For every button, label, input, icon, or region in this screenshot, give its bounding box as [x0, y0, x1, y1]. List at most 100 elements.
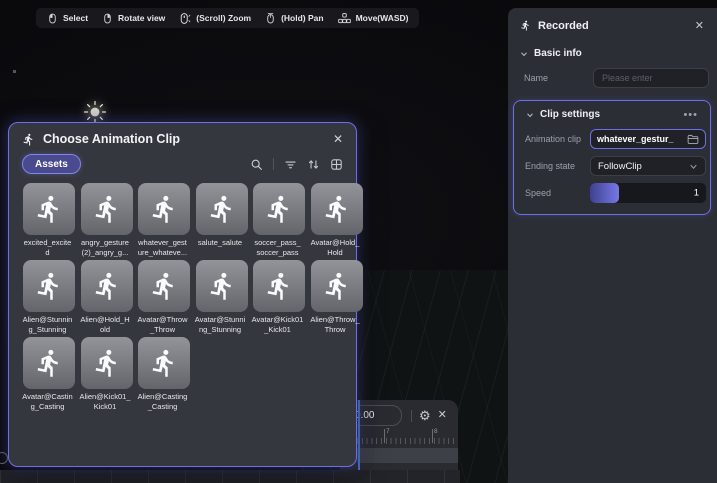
- clip-item[interactable]: Avatar@Castin g_Casting: [23, 337, 75, 411]
- clip-label-line1: excited_excite: [19, 238, 77, 248]
- tool-hold-pan[interactable]: (Hold) Pan: [265, 12, 324, 25]
- clip-label-line1: Alien@Stunnin: [19, 315, 77, 325]
- clip-item[interactable]: Alien@Stunnin g_Stunning: [23, 260, 75, 334]
- speed-label: Speed: [525, 188, 590, 198]
- clip-label: Alien@Casting _Casting: [134, 392, 192, 411]
- tool-move-wasd[interactable]: Move(WASD): [338, 12, 409, 25]
- modal-title: Choose Animation Clip: [43, 132, 180, 146]
- clip-label-line2: _Throw: [134, 325, 192, 335]
- folder-icon[interactable]: [687, 134, 699, 145]
- grid-view-icon[interactable]: [330, 158, 343, 171]
- ending-state-select[interactable]: FollowClip: [590, 156, 706, 176]
- chevron-down-icon: [520, 50, 528, 58]
- clip-thumbnail[interactable]: [138, 337, 190, 389]
- basic-info-section-header[interactable]: Basic info: [508, 38, 717, 61]
- timeline-track[interactable]: [357, 448, 458, 463]
- clip-thumbnail[interactable]: [253, 260, 305, 312]
- running-person-icon: [207, 271, 237, 301]
- clip-item[interactable]: Alien@Throw_ Throw: [311, 260, 363, 334]
- tool-rotate-view[interactable]: Rotate view: [102, 12, 165, 25]
- clip-thumbnail[interactable]: [81, 337, 133, 389]
- speed-row: Speed 1: [514, 176, 710, 203]
- tool-scroll-zoom[interactable]: (Scroll) Zoom: [179, 12, 251, 25]
- name-field-row: Name: [508, 61, 717, 88]
- clip-item[interactable]: excited_excite d: [23, 183, 75, 257]
- running-person-icon: [149, 271, 179, 301]
- clip-item[interactable]: Alien@Kick01_ Kick01: [81, 337, 133, 411]
- running-person-icon: [149, 348, 179, 378]
- modal-close-icon[interactable]: ✕: [333, 132, 343, 146]
- clip-item[interactable]: Alien@Hold_H old: [81, 260, 133, 334]
- clip-thumbnail[interactable]: [196, 183, 248, 235]
- clip-item[interactable]: Avatar@Throw _Throw: [138, 260, 190, 334]
- ruler-number: 8: [434, 428, 438, 435]
- clip-label: excited_excite d: [19, 238, 77, 257]
- filter-icon[interactable]: [284, 158, 297, 171]
- name-input[interactable]: [593, 68, 709, 88]
- clip-thumbnail[interactable]: [81, 183, 133, 235]
- gear-icon[interactable]: ⚙: [419, 409, 431, 422]
- name-label: Name: [524, 73, 593, 83]
- clip-thumbnail[interactable]: [23, 260, 75, 312]
- clip-label-line2: old: [76, 325, 134, 335]
- clip-label: Alien@Throw_ Throw: [306, 315, 364, 334]
- running-person-icon: [264, 271, 294, 301]
- clip-thumbnail[interactable]: [138, 183, 190, 235]
- clip-label-line1: Avatar@Castin: [19, 392, 77, 402]
- point-light-gizmo[interactable]: [83, 100, 107, 124]
- basic-info-title: Basic info: [534, 48, 582, 59]
- clip-grid: excited_excite d angry_gesture (2)_angry…: [9, 181, 356, 411]
- animation-clip-input[interactable]: [590, 129, 706, 149]
- clip-item[interactable]: salute_salute: [196, 183, 248, 257]
- clip-settings-section-header[interactable]: Clip settings •••: [514, 101, 710, 122]
- running-person-icon: [264, 194, 294, 224]
- clip-label-line2: Throw: [306, 325, 364, 335]
- clip-item[interactable]: angry_gesture (2)_angry_g...: [81, 183, 133, 257]
- clip-thumbnail[interactable]: [311, 183, 363, 235]
- clip-label-line2: soccer_pass: [249, 248, 307, 258]
- clip-thumbnail[interactable]: [311, 260, 363, 312]
- clip-thumbnail[interactable]: [196, 260, 248, 312]
- clip-label-line2: Hold: [306, 248, 364, 258]
- timeline-close-icon[interactable]: ✕: [438, 410, 447, 421]
- tool-select-label: Select: [63, 13, 88, 23]
- sort-icon[interactable]: [307, 158, 320, 171]
- animation-clip-value[interactable]: [597, 134, 683, 144]
- ending-state-value: FollowClip: [598, 161, 689, 172]
- mouse-right-icon: [102, 12, 113, 25]
- clip-item[interactable]: Avatar@Stunni ng_Stunning: [196, 260, 248, 334]
- toolbar-separator: [273, 158, 274, 170]
- clip-thumbnail[interactable]: [23, 183, 75, 235]
- clip-item[interactable]: Avatar@Hold_ Hold: [311, 183, 363, 257]
- speed-slider-fill[interactable]: [590, 183, 619, 203]
- clip-thumbnail[interactable]: [138, 260, 190, 312]
- assets-tab[interactable]: Assets: [22, 154, 81, 174]
- clip-label-line1: Alien@Throw_: [306, 315, 364, 325]
- running-person-icon: [92, 348, 122, 378]
- clip-label-line1: Avatar@Stunni: [191, 315, 249, 325]
- tool-hold-pan-label: (Hold) Pan: [281, 13, 324, 23]
- tool-select[interactable]: Select: [47, 12, 88, 25]
- app-window: Select Rotate view (Scroll) Zoom (Hold: [0, 0, 717, 483]
- search-icon[interactable]: [250, 158, 263, 171]
- timeline-playhead[interactable]: [358, 400, 360, 470]
- animation-clip-label: Animation clip: [525, 134, 590, 144]
- clip-item[interactable]: Avatar@Kick01 _Kick01: [253, 260, 305, 334]
- inspector-header: Recorded ✕: [508, 8, 717, 38]
- clip-settings-title: Clip settings: [540, 109, 600, 120]
- clip-thumbnail[interactable]: [253, 183, 305, 235]
- clip-label-line1: Avatar@Throw: [134, 315, 192, 325]
- clip-label-line2: g_Stunning: [19, 325, 77, 335]
- clip-item[interactable]: soccer_pass_ soccer_pass: [253, 183, 305, 257]
- choose-animation-clip-modal: Choose Animation Clip ✕ Assets: [8, 122, 357, 467]
- running-person-icon: [34, 348, 64, 378]
- tool-rotate-view-label: Rotate view: [118, 13, 165, 23]
- clip-thumbnail[interactable]: [81, 260, 133, 312]
- clip-label: Avatar@Kick01 _Kick01: [249, 315, 307, 334]
- timeline-ruler-ticks[interactable]: [357, 438, 458, 444]
- clip-thumbnail[interactable]: [23, 337, 75, 389]
- clip-item[interactable]: Alien@Casting _Casting: [138, 337, 190, 411]
- clip-item[interactable]: whatever_gest ure_whateve...: [138, 183, 190, 257]
- inspector-close-icon[interactable]: ✕: [695, 19, 704, 32]
- speed-slider[interactable]: 1: [590, 183, 706, 203]
